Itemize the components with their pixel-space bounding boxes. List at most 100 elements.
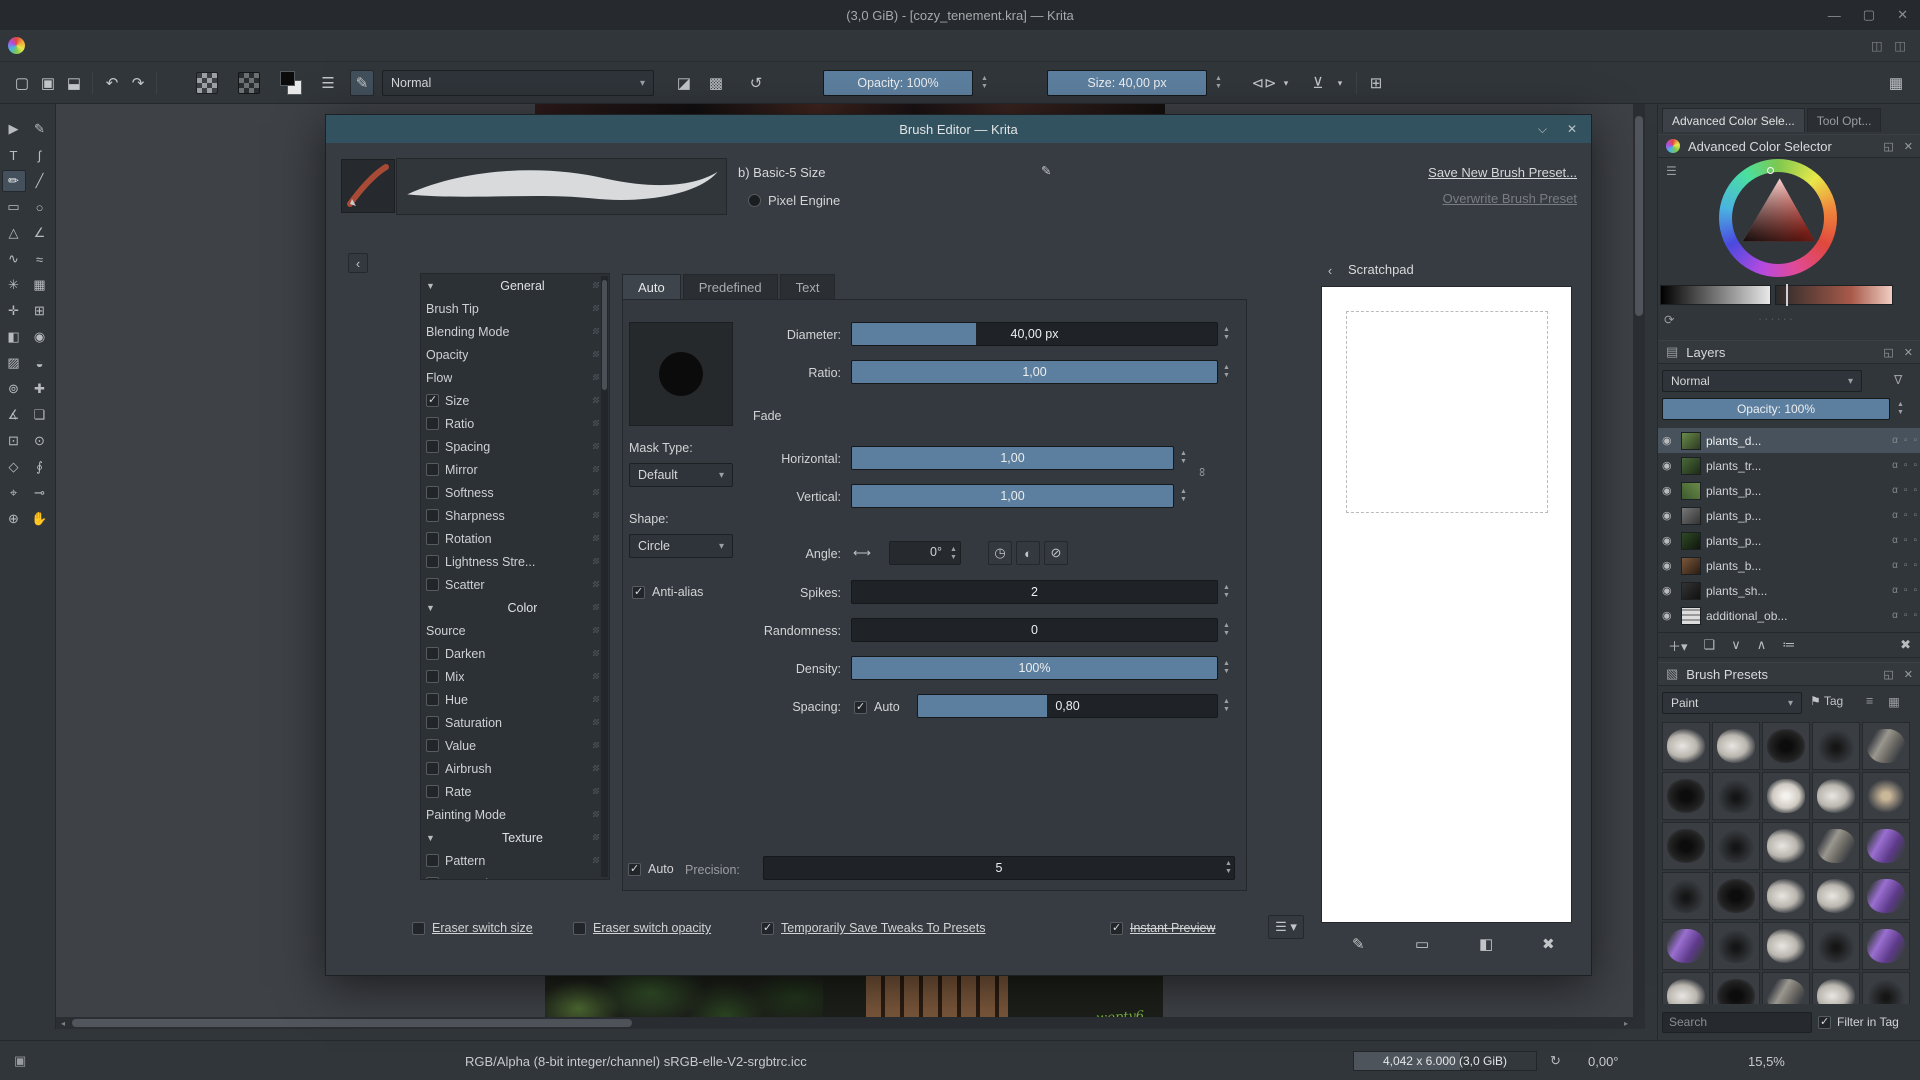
inherit-alpha-icon[interactable]: α [1892,460,1898,471]
layer-lock-icon[interactable]: ▫ [1913,510,1917,521]
float-presets-icon[interactable]: ◱ [1883,668,1893,681]
layer-lock-icon[interactable]: ▫ [1913,485,1917,496]
scratchpad-collapse-button[interactable]: ‹ [1321,261,1339,279]
layer-thumbnail[interactable] [1681,606,1701,625]
angle-dial-icon[interactable]: ⟷ [853,545,871,560]
brush-preset-tile[interactable] [1712,722,1760,770]
brush-preset-tile[interactable] [1762,822,1810,870]
reset-rotation-icon[interactable]: ↻ [1550,1041,1561,1080]
eraser-switch-size-checkbox[interactable] [412,921,425,935]
polygonal-select-tool-icon[interactable]: ◇ [2,456,26,478]
inherit-alpha-icon[interactable]: α [1892,435,1898,446]
density-slider[interactable]: 100% [851,656,1218,680]
layer-visibility-icon[interactable]: ◉ [1662,559,1676,572]
brush-preset-tile[interactable] [1662,922,1710,970]
layer-visibility-icon[interactable]: ◉ [1662,584,1676,597]
brush-option-row[interactable]: ▼ Mix [421,665,609,688]
inherit-alpha-icon[interactable]: α [1892,560,1898,571]
horizontal-mirror-icon[interactable]: ⊲⊳ [1251,70,1276,96]
layer-row[interactable]: ◉ plants_b... α ▫ ▫ [1658,553,1920,578]
layer-row[interactable]: ◉ plants_p... α ▫ ▫ [1658,528,1920,553]
rect-select-tool-icon[interactable]: ⊡ [2,430,26,452]
layer-lock-icon[interactable]: ▫ [1913,585,1917,596]
layer-visibility-icon[interactable]: ◉ [1662,534,1676,547]
open-document-icon[interactable]: ▣ [36,70,60,96]
antialias-checkbox[interactable] [632,585,645,599]
float-layers-icon[interactable]: ◱ [1883,346,1893,359]
brush-option-row[interactable]: ▼ Lightness Stre... [421,550,609,573]
ellipse-tool-icon[interactable]: ○ [28,196,52,218]
option-checkbox[interactable] [426,693,439,706]
brush-preset-tile[interactable] [1662,972,1710,1004]
layer-row[interactable]: ◉ plants_tr... α ▫ ▫ [1658,453,1920,478]
brush-preset-tile[interactable] [1862,772,1910,820]
alpha-lock-icon[interactable]: ▫ [1904,435,1908,446]
save-tweaks-checkbox[interactable] [761,921,774,935]
polyline-tool-icon[interactable]: ∠ [28,222,52,244]
layer-thumbnail[interactable] [1681,556,1701,575]
preset-search-input[interactable] [1662,1011,1812,1033]
freehand-select-tool-icon[interactable]: ∮ [28,456,52,478]
transform-tool-icon[interactable]: ▦ [28,274,52,296]
layer-thumbnail[interactable] [1681,531,1701,550]
brush-option-row[interactable]: ▼ Flow [421,366,609,389]
brush-preset-tile[interactable] [1662,772,1710,820]
close-layers-icon[interactable]: ✕ [1904,346,1913,359]
magnetic-select-tool-icon[interactable]: ⊸ [28,482,52,504]
bezier-curve-tool-icon[interactable]: ∿ [2,248,26,270]
docker-toggle-icon[interactable]: ◫ ◫ [1871,38,1910,53]
brush-option-row[interactable]: ▼ Softness [421,481,609,504]
opacity-slider[interactable]: Opacity: 100% [823,70,973,96]
mirror-options2-icon[interactable]: ▾ [1334,70,1346,96]
line-tool-icon[interactable]: ╱ [28,170,52,192]
brush-option-row[interactable]: ▼ Source [421,619,609,642]
brush-preset-tile[interactable] [1762,872,1810,920]
brush-preset-tile[interactable] [1862,922,1910,970]
brush-option-row[interactable]: ▼ Opacity [421,343,609,366]
precision-spinner[interactable]: ▲ ▼ [1222,855,1235,881]
reload-preset-icon[interactable]: ↺ [744,70,768,96]
layer-filter-icon[interactable]: ∇ [1894,372,1902,387]
preset-list-view-icon[interactable]: ≡ [1866,694,1873,708]
brush-preset-tile[interactable] [1712,872,1760,920]
spacing-spinner[interactable]: ▲ ▼ [1220,693,1233,719]
layer-thumbnail[interactable] [1681,506,1701,525]
brush-option-row[interactable]: ▼ Strength [421,872,609,879]
brush-option-row[interactable]: ▼ Spacing [421,435,609,458]
tag-button[interactable]: ⚑ Tag [1810,694,1843,708]
eraser-mode-icon[interactable]: ◪ [672,70,696,96]
brush-preset-tile[interactable] [1862,822,1910,870]
brush-preset-tile[interactable] [1762,922,1810,970]
gradient-chooser-icon[interactable] [196,72,218,94]
brush-option-row[interactable]: ▼ Scatter [421,573,609,596]
freehand-brush-tool-icon[interactable]: ✏ [1,170,26,192]
brush-preset-tile[interactable] [1662,872,1710,920]
alpha-lock-icon[interactable]: ▫ [1904,560,1908,571]
horizontal-scrollbar[interactable]: ◂ ▸ [56,1017,1633,1029]
option-checkbox[interactable] [426,393,439,407]
option-checkbox[interactable] [426,739,439,752]
section-collapse-icon[interactable]: ▼ [426,281,435,291]
float-docker-icon[interactable]: ◱ [1883,140,1893,153]
move-layer-up-icon[interactable]: ∧ [1757,637,1767,653]
polygon-tool-icon[interactable]: △ [2,222,26,244]
horizontal-spinner[interactable]: ▲ ▼ [1177,445,1190,471]
inherit-alpha-icon[interactable]: α [1892,510,1898,521]
layer-row[interactable]: ◉ plants_p... α ▫ ▫ [1658,478,1920,503]
brush-option-row[interactable]: ▼ Painting Mode [421,803,609,826]
spikes-spinner[interactable]: ▲ ▼ [1220,579,1233,605]
calligraphy-tool-icon[interactable]: ʃ [28,144,52,166]
spacing-auto-checkbox[interactable] [854,700,867,714]
diameter-slider[interactable]: 40,00 px [851,322,1218,346]
alpha-lock-icon[interactable]: ▫ [1904,585,1908,596]
layer-visibility-icon[interactable]: ◉ [1662,484,1676,497]
vertical-mirror-icon[interactable]: ⊻ [1306,70,1330,96]
minimize-icon[interactable]: — [1828,8,1841,23]
inherit-alpha-icon[interactable]: α [1892,585,1898,596]
precision-auto-checkbox[interactable] [628,862,641,876]
layer-row[interactable]: ◉ plants_d... α ▫ ▫ [1658,428,1920,453]
brush-option-row[interactable]: ▼ Saturation [421,711,609,734]
density-spinner[interactable]: ▲ ▼ [1220,655,1233,681]
option-checkbox[interactable] [426,440,439,453]
preset-tag-dropdown[interactable]: Paint [1662,692,1802,714]
